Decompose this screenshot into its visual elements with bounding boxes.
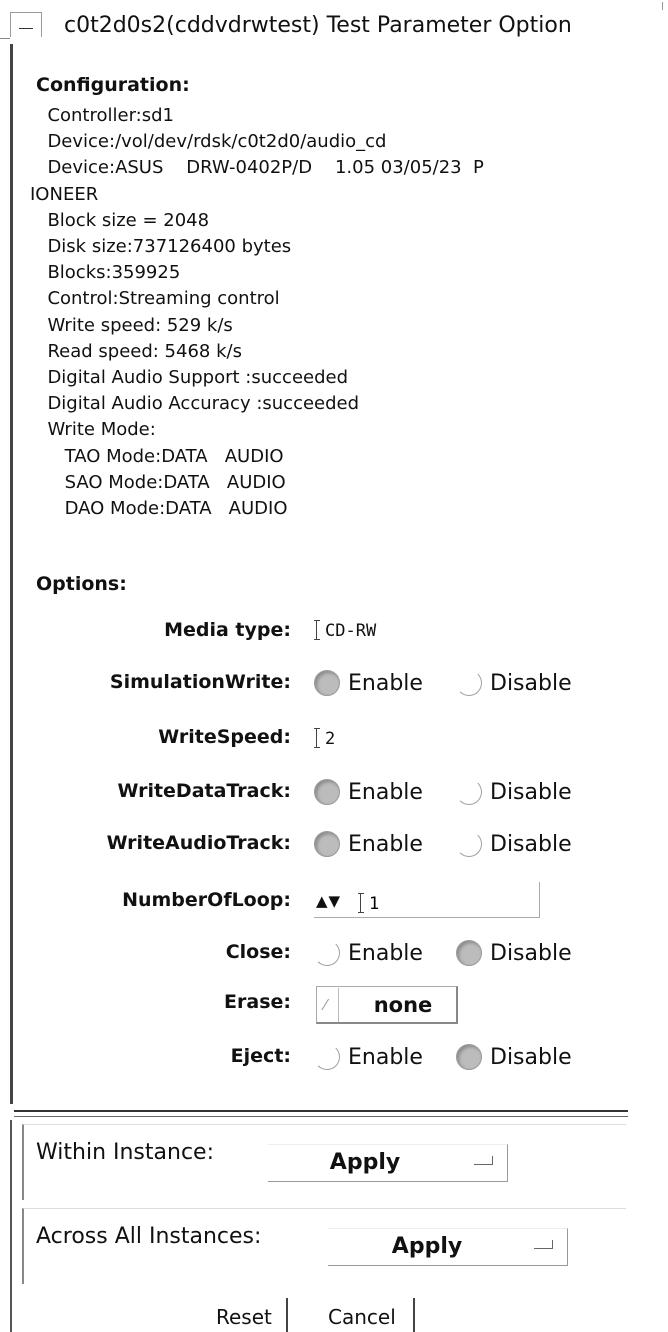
radio-selected-icon — [314, 779, 340, 805]
erase-label: Erase: — [224, 991, 291, 1013]
erase-divider — [338, 988, 339, 1022]
configuration-line: Control:Streaming control — [36, 288, 280, 310]
configuration-line: Disk size:737126400 bytes — [36, 236, 292, 257]
window-menu-button[interactable] — [10, 12, 42, 37]
radio-label: Disable — [490, 670, 572, 696]
radio-label: Disable — [490, 940, 572, 966]
number-of-loop-text: 1 — [369, 894, 380, 914]
radio-label: Enable — [348, 1044, 423, 1070]
write-data-track-label: WriteDataTrack: — [117, 780, 291, 802]
simulation-write-enable-radio[interactable]: Enable — [314, 670, 423, 696]
options-header: Options: — [36, 573, 127, 595]
configuration-line: Write Mode: — [36, 419, 156, 441]
radio-label: Enable — [348, 831, 423, 857]
configuration-line: SAO Mode:DATA AUDIO — [36, 471, 286, 493]
window-title: c0t2d0s2(cddvdrwtest) Test Parameter Opt… — [64, 13, 572, 38]
radio-label: Enable — [348, 779, 423, 805]
close-disable-radio[interactable]: Disable — [456, 940, 572, 966]
write-speed-value: 2 — [325, 729, 336, 749]
option-menu-icon: ⁄ — [324, 996, 327, 1014]
media-type-field[interactable]: CD-RW — [314, 620, 377, 641]
eject-enable-radio[interactable]: Enable — [314, 1044, 423, 1070]
radio-label: Disable — [490, 779, 572, 805]
number-of-loop-label: NumberOfLoop: — [122, 889, 291, 911]
radio-selected-icon — [456, 940, 482, 966]
configuration-line: Digital Audio Accuracy :succeeded — [36, 393, 360, 415]
write-speed-field[interactable]: 2 — [314, 728, 336, 749]
separator — [14, 1116, 628, 1117]
write-data-track-enable-radio[interactable]: Enable — [314, 779, 423, 805]
separator — [14, 1110, 628, 1112]
write-audio-track-label: WriteAudioTrack: — [106, 832, 291, 854]
close-enable-radio[interactable]: Enable — [314, 940, 423, 966]
number-of-loop-field[interactable] — [314, 882, 540, 918]
configuration-line: Write speed: 529 k/s — [36, 314, 233, 336]
radio-label: Disable — [490, 831, 572, 857]
media-type-value: CD-RW — [325, 621, 377, 641]
option-menu-icon — [474, 1156, 493, 1165]
radio-selected-icon — [314, 831, 340, 857]
radio-selected-icon — [456, 1044, 482, 1070]
radio-selected-icon — [314, 670, 340, 696]
title-divider — [0, 38, 10, 39]
close-label: Close: — [225, 941, 291, 963]
radio-unselected-icon — [314, 940, 340, 966]
configuration-line: Controller:sd1 — [36, 105, 174, 126]
radio-label: Enable — [348, 940, 423, 966]
configuration-line: Device:/vol/dev/rdsk/c0t2d0/audio_cd — [36, 131, 387, 153]
across-instances-label: Across All Instances: — [36, 1224, 262, 1249]
title-bar: c0t2d0s2(cddvdrwtest) Test Parameter Opt… — [0, 0, 668, 44]
window-frame-lower — [10, 1120, 12, 1332]
radio-unselected-icon — [456, 779, 482, 805]
radio-unselected-icon — [456, 831, 482, 857]
button-edge — [286, 1298, 288, 1332]
write-audio-track-enable-radio[interactable]: Enable — [314, 831, 423, 857]
radio-label: Enable — [348, 670, 423, 696]
configuration-line: Blocks:359925 — [36, 262, 181, 284]
within-instance-apply-label: Apply — [329, 1150, 401, 1175]
radio-label: Disable — [490, 1044, 572, 1070]
simulation-write-label: SimulationWrite: — [109, 671, 291, 693]
write-data-track-disable-radio[interactable]: Disable — [456, 779, 572, 805]
title-edge — [662, 2, 663, 10]
media-type-label: Media type: — [164, 619, 291, 641]
cancel-button[interactable]: Cancel — [328, 1305, 396, 1329]
write-audio-track-disable-radio[interactable]: Disable — [456, 831, 572, 857]
configuration-line: TAO Mode:DATA AUDIO — [36, 445, 284, 467]
across-instances-apply-label: Apply — [391, 1234, 463, 1259]
eject-label: Eject: — [230, 1045, 291, 1067]
erase-value[interactable]: none — [350, 993, 456, 1017]
configuration-line: Device:ASUS DRW-0402P/D 1.05 03/05/23 P — [36, 157, 484, 179]
radio-unselected-icon — [314, 1044, 340, 1070]
within-instance-label: Within Instance: — [36, 1140, 214, 1165]
reset-button[interactable]: Reset — [216, 1305, 272, 1329]
write-speed-label: WriteSpeed: — [158, 726, 291, 748]
radio-unselected-icon — [456, 670, 482, 696]
simulation-write-disable-radio[interactable]: Disable — [456, 670, 572, 696]
eject-disable-radio[interactable]: Disable — [456, 1044, 572, 1070]
configuration-line: Digital Audio Support :succeeded — [36, 367, 349, 388]
configuration-line: Read speed: 5468 k/s — [36, 340, 242, 362]
configuration-header: Configuration: — [36, 74, 190, 96]
configuration-line: Block size = 2048 — [36, 209, 210, 231]
spin-arrows-icon[interactable]: ▲▼ — [316, 892, 341, 910]
configuration-line: IONEER — [30, 183, 99, 205]
configuration-line: DAO Mode:DATA AUDIO — [36, 498, 288, 519]
button-edge — [413, 1298, 415, 1332]
number-of-loop-value[interactable]: 1 — [358, 893, 380, 914]
option-menu-icon — [534, 1240, 553, 1249]
